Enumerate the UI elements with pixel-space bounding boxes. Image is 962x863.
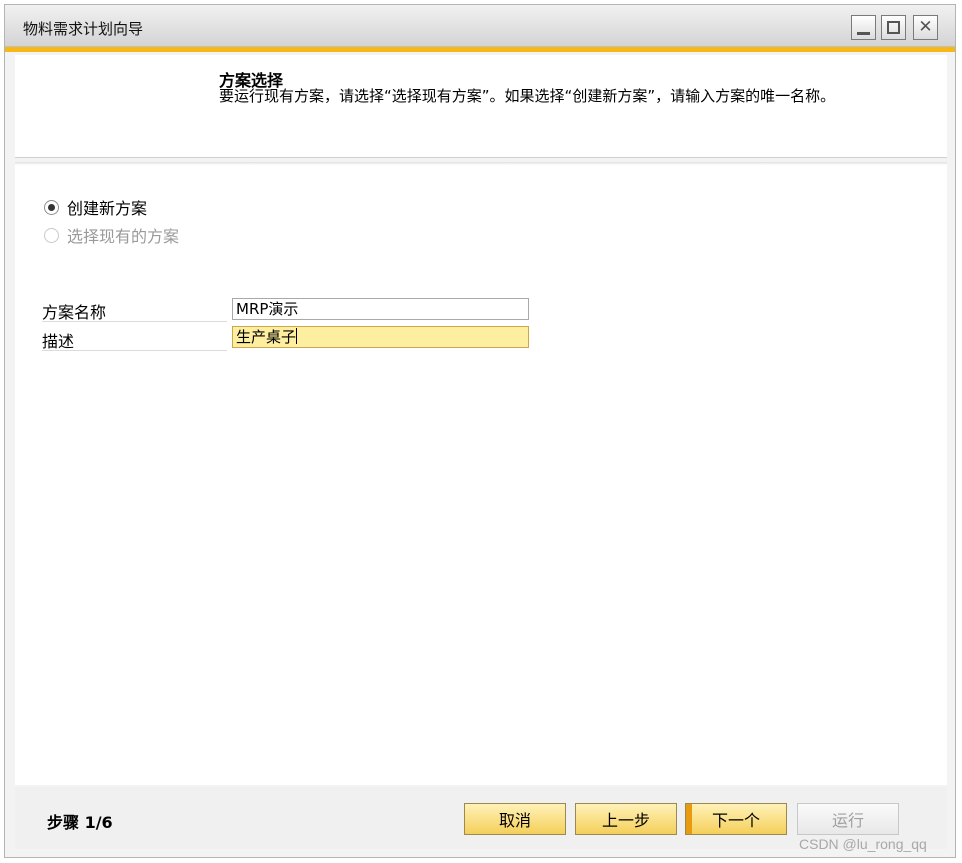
- minimize-icon: [857, 31, 870, 35]
- scenario-name-input[interactable]: MRP演示: [232, 298, 529, 320]
- label-underline: [42, 321, 227, 322]
- title-bar[interactable]: 物料需求计划向导 ✕: [5, 5, 955, 47]
- close-icon: ✕: [918, 17, 933, 37]
- accent-bar: [5, 47, 955, 52]
- header-panel: 方案选择 要运行现有方案，请选择“选择现有方案”。如果选择“创建新方案”，请输入…: [15, 55, 947, 158]
- description-input[interactable]: 生产桌子: [232, 326, 529, 348]
- label-underline: [42, 350, 227, 351]
- main-content: 创建新方案 选择现有的方案 方案名称 MRP演示 描述 生产桌子: [15, 165, 947, 785]
- cancel-button[interactable]: 取消: [464, 803, 566, 835]
- minimize-button[interactable]: [851, 15, 876, 40]
- scenario-name-label: 方案名称: [42, 303, 107, 322]
- radio-label-select-existing: 选择现有的方案: [67, 227, 180, 246]
- wizard-window: 物料需求计划向导 ✕ 方案选择 要运行现有方案，请选择“选择现有方案”。如果选择…: [4, 4, 956, 858]
- step-indicator: 步骤 1/6: [47, 813, 113, 832]
- maximize-button[interactable]: [881, 15, 906, 40]
- window-title: 物料需求计划向导: [23, 20, 144, 38]
- run-button: 运行: [797, 803, 899, 835]
- page-description: 要运行现有方案，请选择“选择现有方案”。如果选择“创建新方案”，请输入方案的唯一…: [219, 87, 836, 105]
- radio-create-new[interactable]: 创建新方案: [44, 195, 147, 219]
- description-value: 生产桌子: [236, 328, 297, 346]
- radio-label-create-new: 创建新方案: [67, 199, 148, 218]
- next-button[interactable]: 下一个: [685, 803, 787, 835]
- radio-unselected-icon: [44, 227, 59, 243]
- text-caret: [296, 328, 298, 344]
- watermark: CSDN @lu_rong_qq: [799, 836, 927, 852]
- maximize-icon: [887, 21, 900, 34]
- radio-selected-icon[interactable]: [44, 199, 59, 215]
- description-label: 描述: [42, 332, 75, 351]
- previous-button[interactable]: 上一步: [575, 803, 677, 835]
- radio-select-existing: 选择现有的方案: [44, 223, 179, 247]
- close-button[interactable]: ✕: [913, 15, 938, 40]
